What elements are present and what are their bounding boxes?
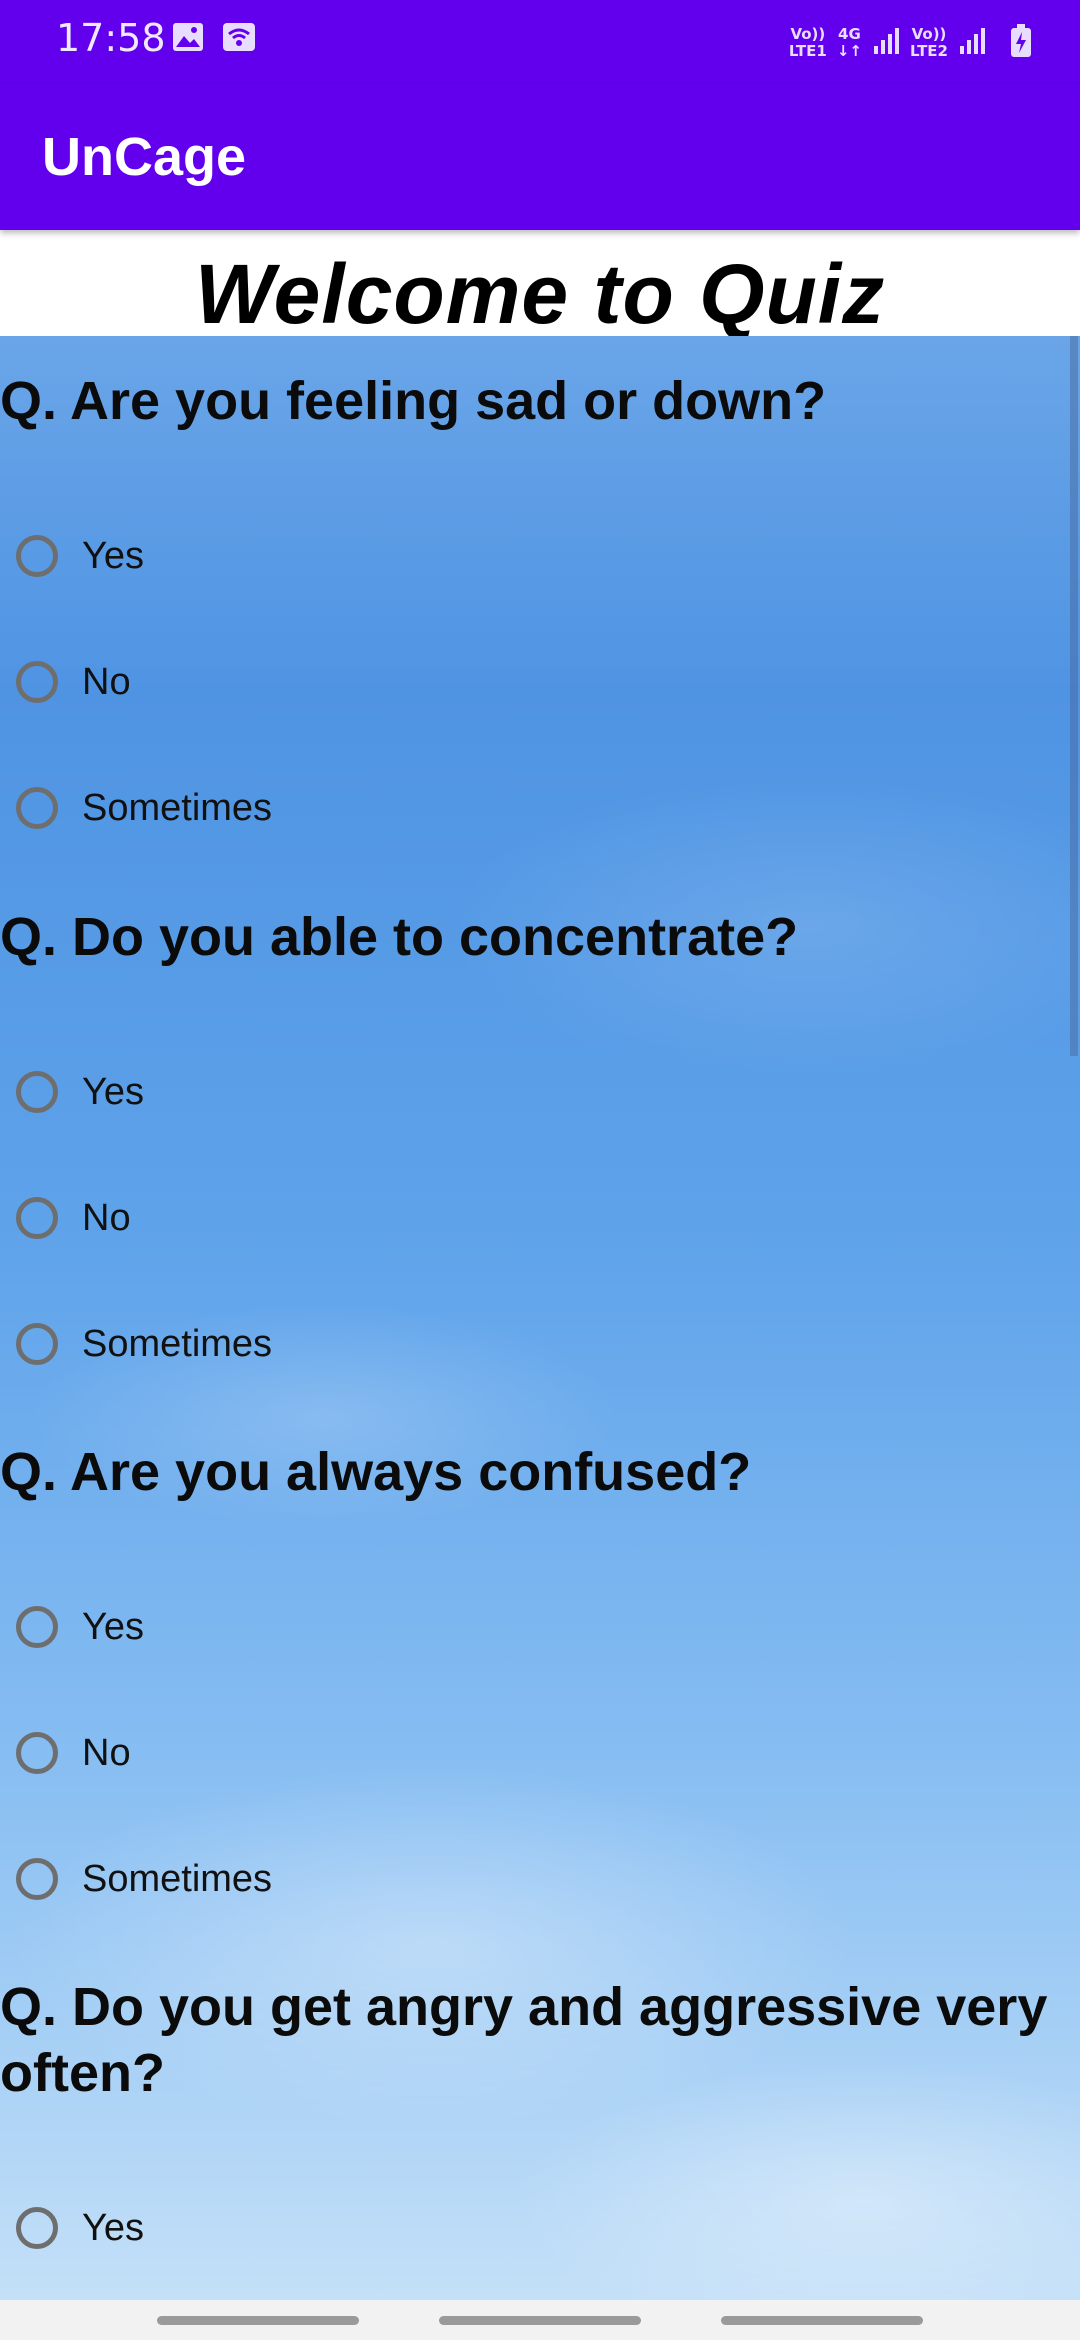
- welcome-title: Welcome to Quiz: [194, 247, 886, 341]
- option-label: Sometimes: [82, 1857, 273, 1900]
- option-label: No: [82, 1731, 131, 1774]
- signal-icon: [872, 26, 900, 61]
- quiz-scroll-area[interactable]: Q. Are you feeling sad or down? Yes No S…: [0, 336, 1080, 2300]
- option-label: No: [82, 1196, 131, 1239]
- q1-option-sometimes[interactable]: Sometimes: [16, 778, 272, 838]
- battery-charging-icon: [1010, 23, 1032, 63]
- radio-button[interactable]: [16, 661, 58, 703]
- q2-option-sometimes[interactable]: Sometimes: [16, 1314, 272, 1374]
- status-bar: 17:58 Vo)) LTE1 4G ↓↑ Vo)) LTE2: [0, 0, 1080, 84]
- q4-option-yes[interactable]: Yes: [16, 2198, 144, 2258]
- radio-button[interactable]: [16, 1197, 58, 1239]
- net1-bottom: LTE1: [788, 42, 827, 60]
- radio-button[interactable]: [16, 2207, 58, 2249]
- question-2: Q. Do you able to concentrate?: [0, 907, 799, 967]
- question-3: Q. Are you always confused?: [0, 1442, 752, 1502]
- net1-top: Vo)): [790, 25, 826, 43]
- signal-icon: [958, 26, 986, 61]
- q3-option-sometimes[interactable]: Sometimes: [16, 1849, 272, 1909]
- option-label: Sometimes: [82, 786, 273, 829]
- net2-top: Vo)): [911, 25, 947, 43]
- question-4: Q. Do you get angry and aggressive very …: [0, 1977, 1048, 2103]
- radio-button[interactable]: [16, 1606, 58, 1648]
- net-type: 4G: [838, 25, 861, 43]
- option-label: Yes: [82, 2206, 144, 2249]
- status-right-group: Vo)) LTE1 4G ↓↑ Vo)) LTE2: [789, 18, 1032, 68]
- q1-option-yes[interactable]: Yes: [16, 526, 144, 586]
- option-label: Sometimes: [82, 1322, 273, 1365]
- q3-option-yes[interactable]: Yes: [16, 1597, 144, 1657]
- data-arrows-icon: ↓↑: [836, 42, 862, 60]
- q2-option-no[interactable]: No: [16, 1188, 131, 1248]
- nav-home-handle[interactable]: [439, 2316, 641, 2325]
- nav-back-handle[interactable]: [721, 2316, 923, 2325]
- radio-button[interactable]: [16, 787, 58, 829]
- lte1-indicator: Vo)) LTE1: [789, 26, 827, 60]
- q2-option-yes[interactable]: Yes: [16, 1062, 144, 1122]
- q1-option-no[interactable]: No: [16, 652, 131, 712]
- option-label: No: [82, 660, 131, 703]
- wifi-calling-icon: [222, 22, 256, 57]
- image-icon: [172, 22, 204, 57]
- radio-button[interactable]: [16, 1071, 58, 1113]
- radio-button[interactable]: [16, 1323, 58, 1365]
- radio-button[interactable]: [16, 535, 58, 577]
- question-1: Q. Are you feeling sad or down?: [0, 371, 827, 431]
- nav-recents-handle[interactable]: [157, 2316, 359, 2325]
- option-label: Yes: [82, 1070, 144, 1113]
- status-time: 17:58: [56, 16, 166, 60]
- q3-option-no[interactable]: No: [16, 1723, 131, 1783]
- option-label: Yes: [82, 1605, 144, 1648]
- scrollbar-thumb[interactable]: [1070, 336, 1078, 1056]
- app-bar: UnCage: [0, 84, 1080, 230]
- radio-button[interactable]: [16, 1732, 58, 1774]
- option-label: Yes: [82, 534, 144, 577]
- radio-button[interactable]: [16, 1858, 58, 1900]
- network-type-indicator: 4G ↓↑: [837, 26, 862, 60]
- navigation-bar: [0, 2300, 1080, 2340]
- app-title: UnCage: [42, 127, 247, 187]
- welcome-header: Welcome to Quiz: [0, 230, 1080, 341]
- lte2-indicator: Vo)) LTE2: [910, 26, 948, 60]
- net2-bottom: LTE2: [910, 42, 948, 60]
